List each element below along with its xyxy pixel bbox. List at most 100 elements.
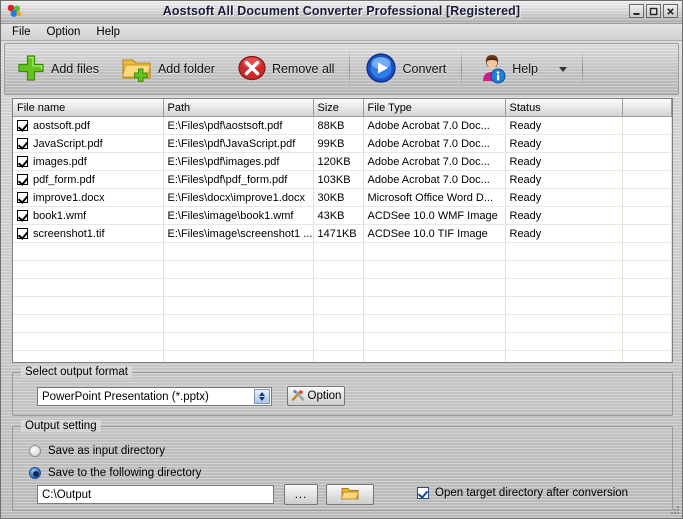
title-bar: Aostsoft All Document Converter Professi… [1, 1, 682, 24]
cell-empty [163, 314, 314, 333]
convert-label: Convert [402, 62, 447, 76]
column-header-spacer[interactable] [622, 99, 672, 117]
radio-input-dir-label: Save as input directory [48, 445, 165, 457]
file-name-text: JavaScript.pdf [33, 137, 103, 150]
file-list-panel[interactable]: File name Path Size File Type Status aos… [12, 98, 673, 363]
column-header-size[interactable]: Size [313, 99, 364, 117]
cell-file-type: Microsoft Office Word D... [363, 188, 506, 207]
cell-file-type: ACDSee 10.0 TIF Image [363, 224, 506, 243]
cell-empty [163, 350, 314, 362]
menu-option[interactable]: Option [40, 25, 88, 39]
radio-save-following-directory[interactable]: Save to the following directory [29, 467, 201, 479]
browse-dots-button[interactable]: ... [284, 484, 318, 505]
resize-grip[interactable] [668, 504, 680, 516]
table-row[interactable]: pdf_form.pdf E:\Files\pdf\pdf_form.pdf 103… [13, 170, 672, 189]
cell-empty [363, 260, 506, 279]
cell-status: Ready [505, 170, 623, 189]
cell-spacer [622, 134, 672, 153]
cell-size: 1471KB [313, 224, 364, 243]
convert-button[interactable]: Convert [354, 46, 457, 92]
table-row-empty[interactable] [13, 314, 672, 333]
cell-empty [363, 242, 506, 261]
cell-empty [622, 296, 672, 315]
cell-empty [622, 350, 672, 362]
table-row-empty[interactable] [13, 332, 672, 351]
add-files-button[interactable]: Add files [5, 46, 110, 92]
close-button[interactable] [663, 4, 678, 18]
column-header-file-name[interactable]: File name [13, 99, 164, 117]
cell-empty [13, 296, 164, 315]
cell-empty [13, 260, 164, 279]
cell-path: E:\Files\pdf\images.pdf [163, 152, 314, 171]
table-row-empty[interactable] [13, 260, 672, 279]
cell-empty [313, 296, 364, 315]
cell-status: Ready [505, 116, 623, 135]
caret-down-icon[interactable] [558, 66, 567, 72]
table-row[interactable]: JavaScript.pdf E:\Files\pdf\JavaScript.pd… [13, 134, 672, 153]
cell-file-name: images.pdf [13, 152, 164, 171]
radio-following-dir-indicator [29, 467, 41, 479]
cell-empty [163, 260, 314, 279]
row-checkbox[interactable] [17, 119, 28, 131]
column-header-path[interactable]: Path [163, 99, 314, 117]
output-format-select[interactable]: PowerPoint Presentation (*.pptx) [37, 387, 272, 406]
browse-folder-button[interactable] [326, 484, 374, 505]
table-row-empty[interactable] [13, 278, 672, 297]
add-folder-label: Add folder [157, 62, 215, 76]
table-row-empty[interactable] [13, 242, 672, 261]
row-checkbox[interactable] [17, 137, 28, 149]
file-list-table: File name Path Size File Type Status aos… [13, 99, 672, 362]
menu-file[interactable]: File [5, 25, 38, 39]
toolbar: Add files Add folder Remove all Convert … [4, 43, 679, 95]
browse-dots-label: ... [294, 488, 308, 501]
menu-help[interactable]: Help [89, 25, 127, 39]
tools-icon [291, 388, 305, 405]
cell-file-type: Adobe Acrobat 7.0 Doc... [363, 170, 506, 189]
cell-status: Ready [505, 206, 623, 225]
cell-path: E:\Files\image\screenshot1 ... [163, 224, 314, 243]
updown-arrow-icon[interactable] [254, 389, 270, 404]
output-directory-input[interactable]: C:\Output [37, 485, 274, 504]
option-button[interactable]: Option [287, 386, 345, 406]
cell-empty [163, 242, 314, 261]
row-checkbox[interactable] [17, 173, 28, 185]
cell-empty [313, 242, 364, 261]
cell-empty [505, 332, 623, 351]
remove-all-button[interactable]: Remove all [226, 46, 346, 92]
row-checkbox[interactable] [17, 227, 28, 239]
table-row[interactable]: images.pdf E:\Files\pdf\images.pdf 120KB Ad… [13, 152, 672, 171]
row-checkbox[interactable] [17, 209, 28, 221]
open-target-directory-checkbox[interactable]: Open target directory after conversion [417, 487, 628, 499]
table-row-empty[interactable] [13, 296, 672, 315]
cell-size: 43KB [313, 206, 364, 225]
radio-following-dir-label: Save to the following directory [48, 467, 202, 479]
column-header-status[interactable]: Status [505, 99, 623, 117]
cell-empty [313, 314, 364, 333]
cell-empty [622, 314, 672, 333]
maximize-button[interactable] [646, 4, 661, 18]
table-row-empty[interactable] [13, 350, 672, 362]
cell-empty [622, 242, 672, 261]
add-folder-button[interactable]: Add folder [110, 46, 226, 92]
column-header-file-type[interactable]: File Type [363, 99, 506, 117]
help-button[interactable]: Help [466, 46, 578, 92]
table-row[interactable]: aostsoft.pdf E:\Files\pdf\aostsoft.pdf 88K… [13, 116, 672, 135]
table-row[interactable]: screenshot1.tif E:\Files\image\screenshot… [13, 224, 672, 243]
cell-file-name: improve1.docx [13, 188, 164, 207]
cell-path: E:\Files\image\book1.wmf [163, 206, 314, 225]
cell-empty [622, 332, 672, 351]
cell-path: E:\Files\pdf\JavaScript.pdf [163, 134, 314, 153]
row-checkbox[interactable] [17, 155, 28, 167]
cell-empty [363, 296, 506, 315]
cell-empty [13, 314, 164, 333]
row-checkbox[interactable] [17, 191, 28, 203]
cell-empty [622, 278, 672, 297]
cell-empty [505, 278, 623, 297]
cell-file-name: JavaScript.pdf [13, 134, 164, 153]
table-row[interactable]: book1.wmf E:\Files\image\book1.wmf 43KB ACD… [13, 206, 672, 225]
cell-file-type: Adobe Acrobat 7.0 Doc... [363, 116, 506, 135]
table-row[interactable]: improve1.docx E:\Files\docx\improve1.docx… [13, 188, 672, 207]
cell-empty [13, 332, 164, 351]
radio-save-input-directory[interactable]: Save as input directory [29, 445, 165, 457]
minimize-button[interactable] [629, 4, 644, 18]
